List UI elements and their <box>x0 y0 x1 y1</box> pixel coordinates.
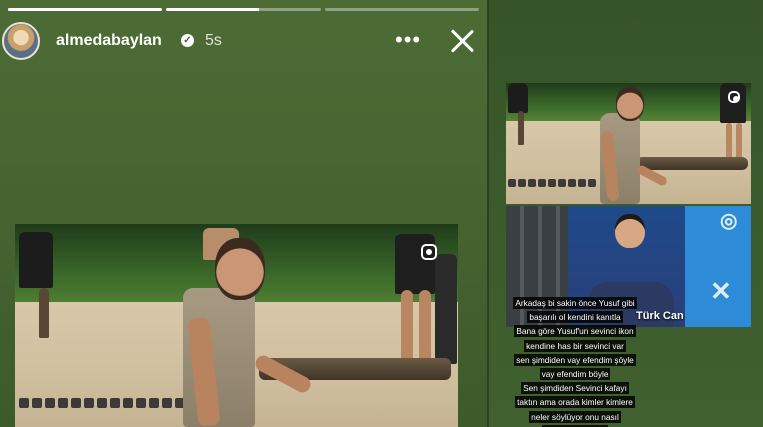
story-progress-bar <box>8 8 479 11</box>
tv-channel-logo: Türk Can <box>636 310 684 322</box>
story-segment <box>8 8 163 11</box>
story-photo <box>15 224 458 427</box>
caption-line: neler söylüyor onu nasıl <box>529 410 621 423</box>
caption-line: Sen şimdiden Sevinci kafayı <box>521 382 629 395</box>
caption-line: başarılı ol kendini kanıtla <box>527 311 623 324</box>
story-segment <box>166 8 321 11</box>
story-viewer: almedabaylan ✓ 5s ••• <box>0 0 487 427</box>
caption-line: Bana göre Yusuf'un sevinci ikon <box>514 325 636 338</box>
story-caption: Arkadaş bi sakin önce Yusuf gibi başarılı… <box>507 296 643 427</box>
story-segment <box>324 8 479 11</box>
caption-line: Arkadaş bi sakin önce Yusuf gibi <box>513 297 637 309</box>
caption-line: sen şimdiden vay efendim şöyle <box>514 353 636 366</box>
caption-line: kendine has bir sevinci var <box>524 339 626 352</box>
story-time: 5s <box>205 32 222 49</box>
story-header: almedabaylan ✓ 5s ••• <box>0 20 487 62</box>
reshare-panel: ✕ ◎ Türk Can Arkadaş bi sakin önce Yusuf… <box>489 0 763 427</box>
username[interactable]: almedabaylan <box>56 32 162 50</box>
reshare-photo <box>506 83 751 204</box>
close-icon[interactable] <box>447 26 477 56</box>
caption-line: vay efendim böyle <box>539 368 611 381</box>
record-icon <box>728 91 740 103</box>
verified-badge-icon: ✓ <box>181 34 194 47</box>
caption-line: taktın ama orada kimler kimlere <box>515 396 635 409</box>
avatar[interactable] <box>2 22 40 60</box>
more-options-icon[interactable]: ••• <box>395 29 421 51</box>
record-icon <box>421 244 437 260</box>
